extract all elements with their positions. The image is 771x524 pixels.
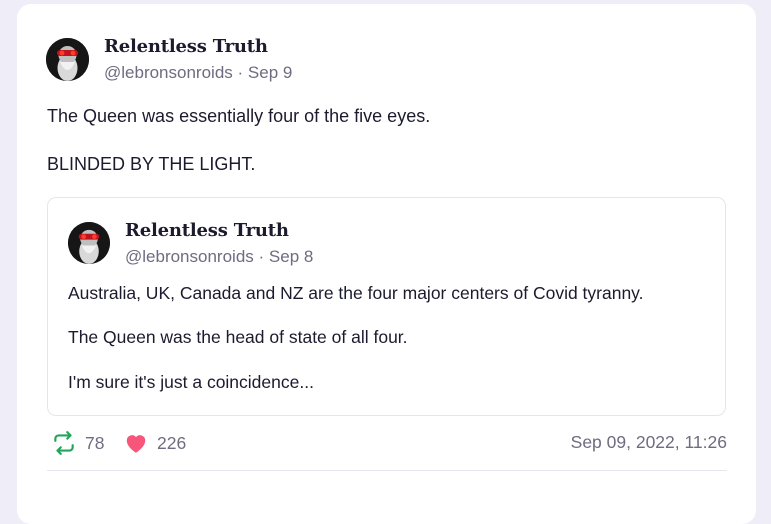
author-name[interactable]: Relentless Truth — [104, 36, 268, 57]
quoted-handle-line: @lebronsonroids · Sep 8 — [125, 247, 313, 267]
like-button[interactable]: 226 — [123, 428, 186, 458]
separator-dot: · — [237, 63, 244, 82]
quoted-post[interactable]: Relentless Truth @lebronsonroids · Sep 8… — [47, 197, 726, 416]
quoted-text-line: The Queen was the head of state of all f… — [68, 327, 408, 347]
post-text-line: BLINDED BY THE LIGHT. — [47, 154, 256, 174]
quoted-author-handle[interactable]: @lebronsonroids — [125, 247, 254, 266]
quoted-post-date[interactable]: Sep 8 — [269, 247, 313, 266]
separator-dot: · — [258, 247, 265, 266]
retweet-icon — [54, 431, 74, 455]
divider — [47, 470, 727, 471]
engagement-bar: 78 226 Sep 09, 2022, 11:26 — [47, 428, 727, 458]
retweet-button[interactable]: 78 — [51, 428, 104, 458]
quoted-author-name[interactable]: Relentless Truth — [125, 220, 289, 241]
quoted-avatar[interactable] — [68, 222, 110, 264]
post-timestamp[interactable]: Sep 09, 2022, 11:26 — [571, 432, 727, 453]
heart-icon — [126, 435, 146, 453]
retweet-count: 78 — [85, 432, 105, 453]
avatar[interactable] — [46, 38, 89, 81]
like-count: 226 — [157, 432, 187, 453]
author-handle[interactable]: @lebronsonroids — [104, 63, 233, 82]
author-handle-line: @lebronsonroids · Sep 9 — [104, 63, 292, 83]
quoted-text-line: Australia, UK, Canada and NZ are the fou… — [68, 283, 644, 303]
post-text-line: The Queen was essentially four of the fi… — [47, 106, 431, 126]
tweet-card: Relentless Truth @lebronsonroids · Sep 9… — [17, 4, 756, 524]
quoted-text-line: I'm sure it's just a coincidence... — [68, 372, 314, 392]
post-date[interactable]: Sep 9 — [248, 63, 292, 82]
